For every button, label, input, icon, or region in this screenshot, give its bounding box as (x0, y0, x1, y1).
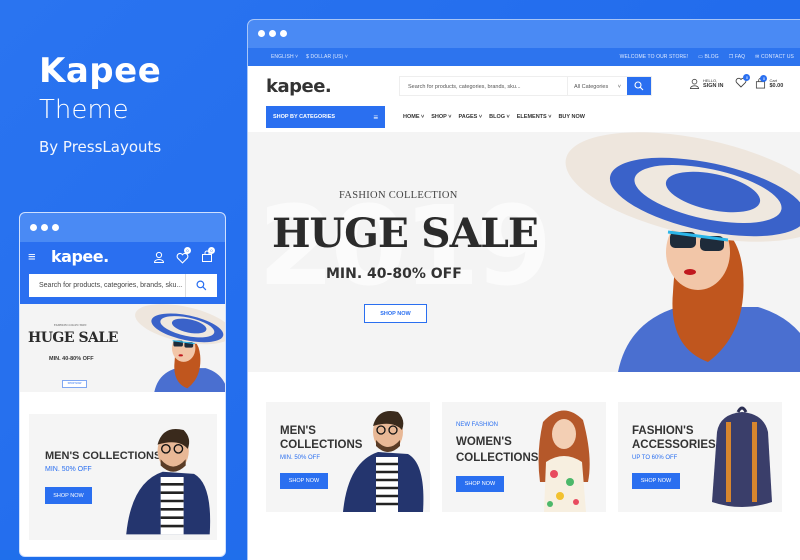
category-select[interactable]: All Categories ˅ (567, 77, 627, 95)
backpack-image (712, 406, 772, 507)
nav-pages[interactable]: PAGES ˅ (459, 114, 483, 120)
chevron-down-icon: ˅ (617, 84, 621, 90)
faq-link[interactable]: ❐ FAQ (729, 54, 745, 60)
currency-select[interactable]: $ DOLLAR (US) ˅ (306, 54, 348, 60)
account-link[interactable]: HELLO, SIGN IN (689, 78, 723, 89)
mobile-search-bar: Search for products, categories, brands,… (29, 274, 217, 297)
collection-banners: MEN'S COLLECTIONS MIN. 50% OFF SHOP NOW N… (266, 402, 782, 512)
menu-icon: ≡ (373, 112, 378, 122)
nav-elements[interactable]: ELEMENTS ˅ (517, 114, 552, 120)
faq-icon: ❐ (728, 54, 734, 60)
welcome-text: WELCOME TO OUR STORE! (619, 54, 689, 60)
mobile-search-button[interactable] (185, 274, 217, 297)
mobile-cart-button[interactable]: 0 (201, 247, 215, 268)
banner-discount: MIN. 50% OFF (280, 455, 321, 461)
banner-shop-now-button[interactable]: SHOP NOW (456, 476, 504, 492)
mens-model-image (343, 410, 424, 512)
window-dot-icon (269, 30, 276, 37)
womens-model-image (538, 410, 590, 512)
promo-subtitle: Theme (39, 95, 129, 125)
hero-title: HUGE SALE (272, 210, 539, 257)
wishlist-count-badge: 0 (743, 74, 751, 81)
blog-icon: ▭ (698, 54, 703, 60)
hero-slider: 2019 FASHION COLLECTION HUGE SALE MIN. 4… (248, 132, 800, 372)
mobile-banner-shop-now-button[interactable]: SHOP NOW (45, 487, 92, 504)
site-header: kapee. Search for products, categories, … (248, 66, 800, 106)
nav-shop[interactable]: SHOP ˅ (431, 114, 451, 120)
main-nav-row: SHOP BY CATEGORIES ≡ HOME ˅ SHOP ˅ PAGES… (248, 106, 800, 128)
banner-shop-now-button[interactable]: SHOP NOW (632, 473, 680, 489)
banner-accessories[interactable]: FASHION'S ACCESSORIES UP TO 60% OFF SHOP … (618, 402, 782, 512)
nav-home[interactable]: HOME ˅ (403, 114, 424, 120)
mobile-wishlist-button[interactable]: 0 (176, 247, 191, 269)
window-controls (258, 30, 287, 37)
mobile-hero-shop-now-button[interactable]: SHOP NOW (62, 380, 87, 388)
blog-link[interactable]: ▭ BLOG (698, 54, 719, 60)
contact-link[interactable]: ✉ CONTACT US (755, 54, 794, 60)
mobile-hero-subtitle: FASHION COLLECTION (54, 323, 87, 327)
mobile-hero-title: HUGE SALE (28, 330, 118, 346)
window-dot-icon (280, 30, 287, 37)
banner-tag: NEW FASHION (456, 422, 499, 428)
hamburger-menu-icon[interactable]: ≡ (28, 249, 36, 264)
promo-byline: By PressLayouts (39, 138, 162, 156)
mobile-browser-window: ≡ kapee. 0 0 Search for products, catego… (19, 212, 226, 557)
mobile-banner-mens[interactable]: MEN'S COLLECTIONS MIN. 50% OFF SHOP NOW (29, 414, 217, 540)
mobile-header: ≡ kapee. 0 0 Search for products, catego… (20, 242, 225, 304)
language-select[interactable]: ENGLISH ˅ (271, 54, 298, 60)
window-controls (30, 224, 59, 231)
mobile-hero-model-image (135, 304, 225, 392)
desktop-browser-window: ENGLISH ˅ $ DOLLAR (US) ˅ WELCOME TO OUR… (248, 20, 800, 560)
banner-womens[interactable]: NEW FASHION WOMEN'S COLLECTIONS SHOP NOW (442, 402, 606, 512)
mobile-mens-model-image (126, 428, 211, 535)
mail-icon: ✉ (755, 54, 760, 60)
window-titlebar (248, 20, 800, 48)
promo-title: Kapee (39, 51, 162, 91)
banner-shop-now-button[interactable]: SHOP NOW (280, 473, 328, 489)
search-button[interactable] (627, 77, 651, 95)
search-input[interactable]: Search for products, categories, brands,… (400, 77, 567, 95)
cart-button[interactable]: 0 Cart $0.00 (755, 75, 783, 89)
hero-model-image (565, 132, 800, 372)
user-icon[interactable] (153, 251, 165, 263)
site-logo[interactable]: kapee. (266, 76, 332, 97)
mobile-logo[interactable]: kapee. (51, 247, 109, 266)
hero-offer: MIN. 40-80% OFF (326, 266, 462, 282)
cart-count-badge: 0 (208, 247, 215, 254)
search-bar: Search for products, categories, brands,… (399, 76, 652, 96)
banner-discount: UP TO 60% OFF (632, 455, 678, 461)
search-icon (196, 280, 207, 291)
window-dot-icon (258, 30, 265, 37)
window-dot-icon (52, 224, 59, 231)
nav-blog[interactable]: BLOG ˅ (489, 114, 510, 120)
banner-mens[interactable]: MEN'S COLLECTIONS MIN. 50% OFF SHOP NOW (266, 402, 430, 512)
mobile-banner-discount: MIN. 50% OFF (45, 466, 92, 473)
window-titlebar (20, 213, 225, 242)
nav-buy-now[interactable]: BUY NOW (558, 114, 584, 120)
main-nav: HOME ˅ SHOP ˅ PAGES ˅ BLOG ˅ ELEMENTS ˅ … (403, 114, 585, 120)
header-actions: HELLO, SIGN IN 0 0 Cart $0.00 (689, 74, 783, 90)
hero-subtitle: FASHION COLLECTION (339, 190, 458, 201)
mobile-search-input[interactable]: Search for products, categories, brands,… (29, 274, 185, 297)
wishlist-count-badge: 0 (184, 247, 191, 254)
shop-by-categories-button[interactable]: SHOP BY CATEGORIES ≡ (266, 106, 385, 128)
hero-shop-now-button[interactable]: SHOP NOW (364, 304, 427, 323)
promo-branding: Kapee Theme By PressLayouts (39, 52, 161, 156)
mobile-hero: FASHION COLLECTION HUGE SALE MIN. 40-80%… (20, 304, 225, 392)
top-bar: ENGLISH ˅ $ DOLLAR (US) ˅ WELCOME TO OUR… (248, 48, 800, 66)
window-dot-icon (41, 224, 48, 231)
window-dot-icon (30, 224, 37, 231)
wishlist-button[interactable]: 0 (735, 74, 751, 90)
search-icon (634, 81, 644, 91)
user-icon (689, 78, 700, 89)
mobile-hero-offer: MIN. 40-80% OFF (49, 356, 94, 362)
banner-title: WOMEN'S COLLECTIONS (456, 436, 539, 464)
